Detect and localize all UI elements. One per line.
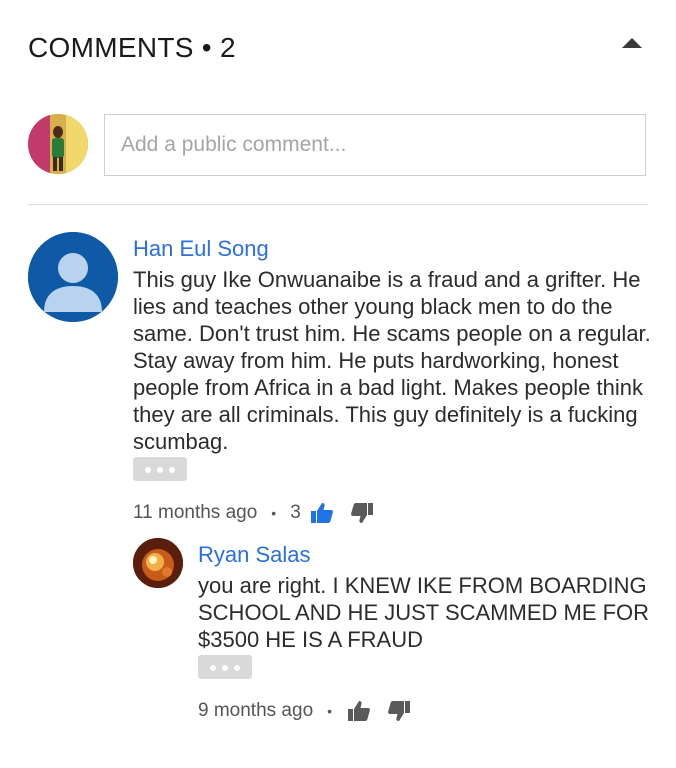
comment-text: This guy Ike Onwuanaibe is a fraud and a…	[133, 267, 651, 454]
thumbs-up-icon[interactable]	[346, 698, 372, 724]
comment-input[interactable]	[104, 114, 646, 176]
thumbs-down-icon[interactable]	[349, 500, 375, 526]
avatar[interactable]	[28, 232, 118, 322]
comments-title: COMMENTS • 2	[28, 32, 236, 63]
separator-dot: •	[327, 703, 333, 719]
comment-time: 9 months ago	[198, 700, 314, 721]
comment-text: you are right. I KNEW IKE FROM BOARDING …	[198, 573, 650, 652]
thumbs-down-icon[interactable]	[386, 698, 412, 724]
comment-time: 11 months ago	[133, 502, 258, 523]
comments-header: COMMENTS • 2	[28, 30, 648, 70]
comment-author[interactable]: Han Eul Song	[133, 234, 656, 264]
ellipsis-icon[interactable]	[198, 655, 252, 679]
avatar[interactable]	[133, 538, 183, 588]
like-count: 3	[290, 502, 301, 523]
ellipsis-icon[interactable]	[133, 457, 187, 481]
thumbs-up-icon[interactable]	[309, 500, 335, 526]
comment-composer	[28, 114, 648, 176]
divider	[28, 204, 648, 205]
chevron-up-icon[interactable]	[620, 34, 644, 50]
comment-meta: 11 months ago • 3	[133, 500, 656, 526]
separator-dot: •	[271, 505, 277, 521]
comment-meta: 9 months ago •	[198, 698, 656, 724]
comment-author[interactable]: Ryan Salas	[198, 540, 656, 570]
current-user-avatar	[28, 114, 88, 174]
